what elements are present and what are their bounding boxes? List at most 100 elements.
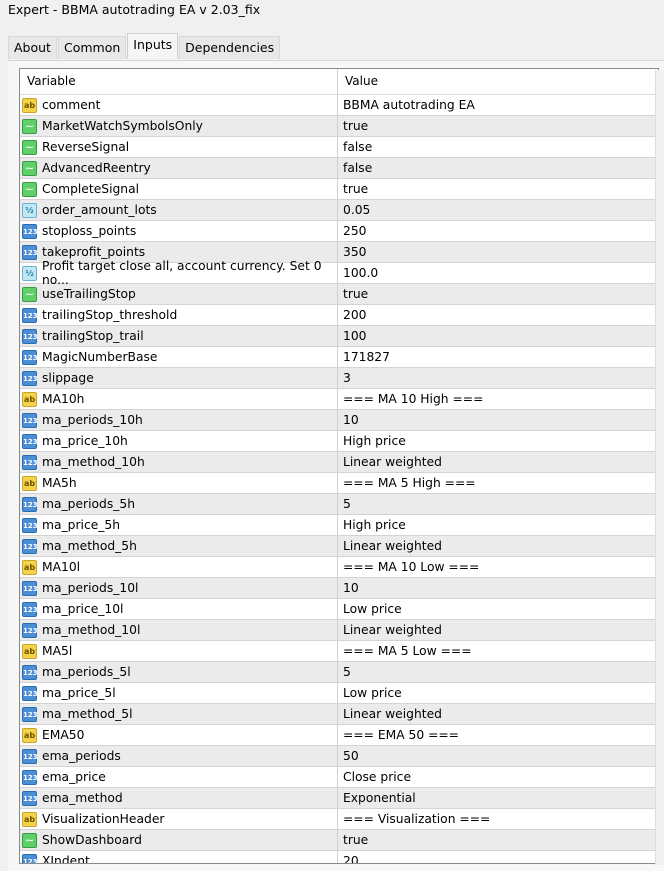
value-cell[interactable]: 5 bbox=[338, 662, 658, 682]
table-row[interactable]: 123 ma_price_5l Low price bbox=[20, 683, 658, 704]
variable-name: ma_periods_5h bbox=[42, 497, 136, 511]
table-row[interactable]: ⁓ ShowDashboard true bbox=[20, 830, 658, 851]
table-row[interactable]: 123 ma_periods_5h 5 bbox=[20, 494, 658, 515]
value-cell[interactable]: === MA 5 High === bbox=[338, 473, 658, 493]
table-row[interactable]: 123 ma_method_5h Linear weighted bbox=[20, 536, 658, 557]
table-row[interactable]: ⁓ ReverseSignal false bbox=[20, 137, 658, 158]
value-cell[interactable]: === Visualization === bbox=[338, 809, 658, 829]
table-row[interactable]: 123 ema_periods 50 bbox=[20, 746, 658, 767]
table-row[interactable]: ab comment BBMA autotrading EA bbox=[20, 95, 658, 116]
value-cell[interactable]: Low price bbox=[338, 599, 658, 619]
table-row[interactable]: ½ order_amount_lots 0.05 bbox=[20, 200, 658, 221]
variable-name: MarketWatchSymbolsOnly bbox=[42, 119, 203, 133]
value-cell[interactable]: === MA 5 Low === bbox=[338, 641, 658, 661]
value-cell[interactable]: false bbox=[338, 158, 658, 178]
table-row[interactable]: 123 stoploss_points 250 bbox=[20, 221, 658, 242]
double-type-icon: ½ bbox=[22, 202, 37, 218]
value-cell[interactable]: 3 bbox=[338, 368, 658, 388]
bool-type-icon: ⁓ bbox=[22, 160, 37, 176]
table-row[interactable]: 123 ma_periods_10h 10 bbox=[20, 410, 658, 431]
table-row[interactable]: 123 ma_price_10h High price bbox=[20, 431, 658, 452]
table-row[interactable]: ⁓ CompleteSignal true bbox=[20, 179, 658, 200]
value-cell[interactable]: 100 bbox=[338, 326, 658, 346]
value-cell[interactable]: 5 bbox=[338, 494, 658, 514]
table-row[interactable]: 123 ma_method_10l Linear weighted bbox=[20, 620, 658, 641]
column-header-value[interactable]: Value bbox=[338, 69, 658, 94]
table-row[interactable]: 123 ma_periods_5l 5 bbox=[20, 662, 658, 683]
table-row[interactable]: ab EMA50 === EMA 50 === bbox=[20, 725, 658, 746]
value-cell[interactable]: true bbox=[338, 830, 658, 850]
value-cell[interactable]: Close price bbox=[338, 767, 658, 787]
int-type-icon: 123 bbox=[22, 853, 38, 863]
value-cell[interactable]: 10 bbox=[338, 578, 658, 598]
value-cell[interactable]: true bbox=[338, 179, 658, 199]
table-header: Variable Value bbox=[20, 69, 658, 95]
variable-name: useTrailingStop bbox=[42, 287, 136, 301]
table-row[interactable]: ab MA10l === MA 10 Low === bbox=[20, 557, 658, 578]
tab-common[interactable]: Common bbox=[57, 36, 127, 59]
table-row[interactable]: 123 ma_price_10l Low price bbox=[20, 599, 658, 620]
table-row[interactable]: ab MA10h === MA 10 High === bbox=[20, 389, 658, 410]
value-cell[interactable]: === MA 10 High === bbox=[338, 389, 658, 409]
table-row[interactable]: 123 ma_method_10h Linear weighted bbox=[20, 452, 658, 473]
bool-type-icon: ⁓ bbox=[22, 118, 37, 134]
variable-cell: 123 slippage bbox=[20, 368, 338, 388]
int-type-icon: 123 bbox=[22, 790, 38, 806]
int-type-icon: 123 bbox=[22, 622, 38, 638]
table-row[interactable]: 123 ema_method Exponential bbox=[20, 788, 658, 809]
table-row[interactable]: ⁓ MarketWatchSymbolsOnly true bbox=[20, 116, 658, 137]
column-header-variable[interactable]: Variable bbox=[20, 69, 338, 94]
value-cell[interactable]: Linear weighted bbox=[338, 536, 658, 556]
variable-name: ema_price bbox=[42, 770, 106, 784]
value-cell[interactable]: Linear weighted bbox=[338, 452, 658, 472]
variable-cell: ⁓ MarketWatchSymbolsOnly bbox=[20, 116, 338, 136]
int-type-icon: 123 bbox=[22, 454, 38, 470]
variable-cell: 123 ma_periods_5h bbox=[20, 494, 338, 514]
table-row[interactable]: 123 MagicNumberBase 171827 bbox=[20, 347, 658, 368]
value-cell[interactable]: High price bbox=[338, 515, 658, 535]
tab-inputs[interactable]: Inputs bbox=[127, 33, 179, 59]
value-cell[interactable]: 0.05 bbox=[338, 200, 658, 220]
value-cell[interactable]: 10 bbox=[338, 410, 658, 430]
table-row[interactable]: ab VisualizationHeader === Visualization =… bbox=[20, 809, 658, 830]
table-row[interactable]: 123 slippage 3 bbox=[20, 368, 658, 389]
variable-name: ma_price_5l bbox=[42, 686, 116, 700]
table-row[interactable]: 123 ma_method_5l Linear weighted bbox=[20, 704, 658, 725]
table-row[interactable]: 123 XIndent 20 bbox=[20, 851, 658, 863]
table-row[interactable]: ⁓ AdvancedReentry false bbox=[20, 158, 658, 179]
value-cell[interactable]: 100.0 bbox=[338, 263, 658, 283]
table-row[interactable]: ab MA5h === MA 5 High === bbox=[20, 473, 658, 494]
table-row[interactable]: 123 ma_periods_10l 10 bbox=[20, 578, 658, 599]
table-row[interactable]: 123 trailingStop_threshold 200 bbox=[20, 305, 658, 326]
value-cell[interactable]: BBMA autotrading EA bbox=[338, 95, 658, 115]
value-cell[interactable]: 171827 bbox=[338, 347, 658, 367]
value-cell[interactable]: Linear weighted bbox=[338, 704, 658, 724]
table-row[interactable]: ⁓ useTrailingStop true bbox=[20, 284, 658, 305]
table-row[interactable]: 123 ema_price Close price bbox=[20, 767, 658, 788]
value-cell[interactable]: false bbox=[338, 137, 658, 157]
value-cell[interactable]: Low price bbox=[338, 683, 658, 703]
table-row[interactable]: ab MA5l === MA 5 Low === bbox=[20, 641, 658, 662]
value-cell[interactable]: 200 bbox=[338, 305, 658, 325]
value-cell[interactable]: Linear weighted bbox=[338, 620, 658, 640]
tab-about[interactable]: About bbox=[8, 36, 57, 59]
value-cell[interactable]: Exponential bbox=[338, 788, 658, 808]
value-cell[interactable]: === EMA 50 === bbox=[338, 725, 658, 745]
table-row[interactable]: ½ Profit target close all, account curren… bbox=[20, 259, 658, 287]
value-cell[interactable]: true bbox=[338, 284, 658, 304]
value-cell[interactable]: === MA 10 Low === bbox=[338, 557, 658, 577]
value-cell[interactable]: High price bbox=[338, 431, 658, 451]
value-cell[interactable]: true bbox=[338, 116, 658, 136]
variable-cell: 123 ema_periods bbox=[20, 746, 338, 766]
value-cell[interactable]: 250 bbox=[338, 221, 658, 241]
vertical-scrollbar[interactable] bbox=[655, 70, 664, 865]
value-cell[interactable]: 50 bbox=[338, 746, 658, 766]
value-cell[interactable]: 20 bbox=[338, 851, 658, 863]
table-row[interactable]: 123 ma_price_5h High price bbox=[20, 515, 658, 536]
tab-dependencies[interactable]: Dependencies bbox=[179, 36, 281, 59]
table-row[interactable]: 123 trailingStop_trail 100 bbox=[20, 326, 658, 347]
value-cell[interactable]: 350 bbox=[338, 242, 658, 262]
variable-name: trailingStop_threshold bbox=[42, 308, 178, 322]
variable-name: ema_method bbox=[42, 791, 123, 805]
int-type-icon: 123 bbox=[22, 244, 38, 260]
